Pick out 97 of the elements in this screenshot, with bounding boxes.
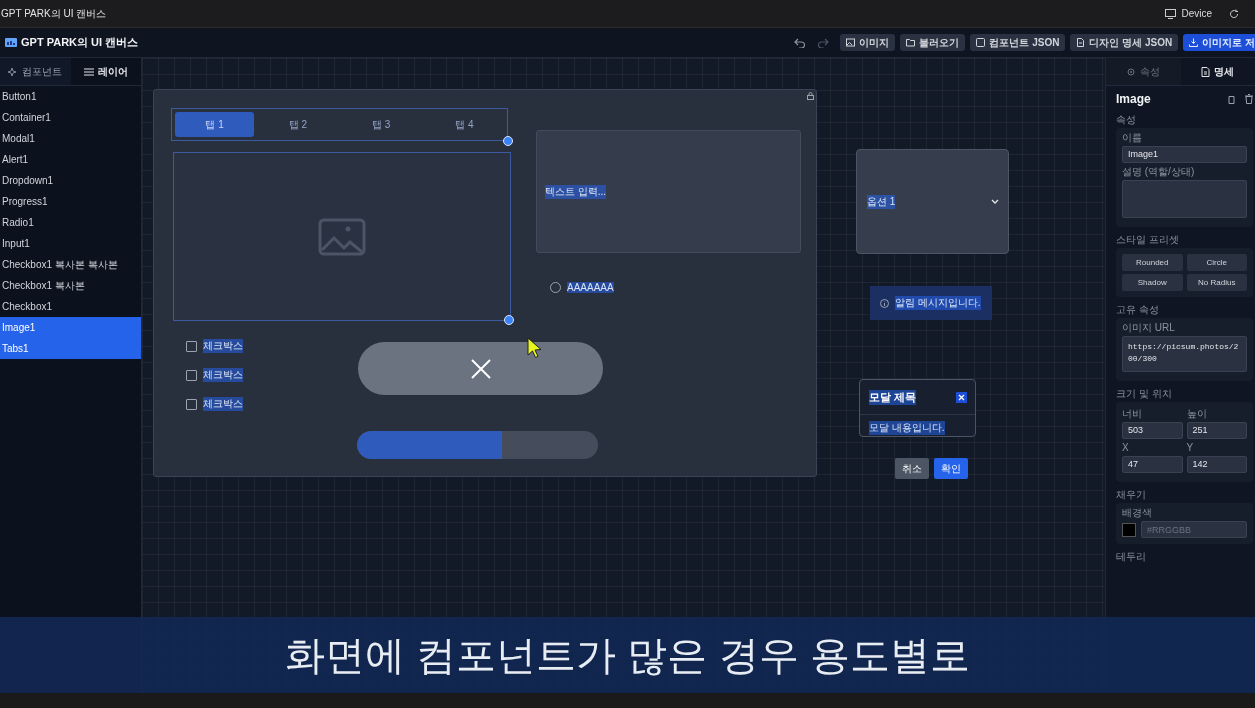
- layer-item[interactable]: Radio1: [0, 212, 141, 233]
- toolbar-button[interactable]: 이미지: [840, 34, 896, 51]
- tab[interactable]: 탭 4: [424, 112, 504, 137]
- preset-button[interactable]: No Radius: [1186, 274, 1247, 291]
- window-title: GPT PARK의 UI 캔버스: [1, 6, 107, 21]
- logo-icon: [5, 38, 17, 47]
- modal-body-text: 모달 내용입니다.: [869, 421, 945, 435]
- document-icon: [1076, 38, 1086, 47]
- field-label: 이름: [1122, 132, 1143, 144]
- radio-label: AAAAAAA: [567, 282, 614, 293]
- folder-icon: [906, 38, 916, 47]
- layer-item[interactable]: Container1: [0, 107, 141, 128]
- field-label: X: [1122, 442, 1130, 454]
- close-button[interactable]: [358, 342, 603, 395]
- section-title: 스타일 프리셋: [1116, 234, 1180, 245]
- toolbar-button[interactable]: 컴포넌트 JSON: [970, 34, 1066, 51]
- panel-heading: Image: [1116, 92, 1151, 106]
- modal-title: 모달 제목: [869, 389, 917, 405]
- cancel-button[interactable]: 취소: [895, 458, 929, 479]
- menu-icon: [83, 67, 94, 76]
- checkbox-label: 체크박스: [203, 368, 243, 382]
- field-label: 배경색: [1122, 507, 1153, 519]
- color-field[interactable]: #RRGGBB: [1141, 521, 1247, 538]
- section-title: 테두리: [1116, 551, 1147, 562]
- redo-icon[interactable]: [817, 37, 830, 48]
- number-field[interactable]: 503: [1122, 422, 1183, 439]
- image-icon: [846, 38, 856, 47]
- copy-icon[interactable]: [1227, 94, 1236, 104]
- chevron-icon: [991, 199, 999, 204]
- section-title: 고유 속성: [1116, 304, 1160, 315]
- placeholder-text: 텍스트 입력...: [545, 184, 607, 199]
- tab[interactable]: 탭 1: [175, 112, 255, 137]
- layer-item[interactable]: Alert1: [0, 149, 141, 170]
- layer-item[interactable]: Modal1: [0, 128, 141, 149]
- trash-icon[interactable]: [1245, 94, 1253, 104]
- cursor-icon: [527, 337, 543, 359]
- download-icon: [1189, 38, 1199, 47]
- color-swatch[interactable]: [1122, 522, 1136, 537]
- field-label: 높이: [1186, 408, 1208, 420]
- checkbox-label: 체크박스: [203, 397, 243, 411]
- field-label: 너비: [1122, 408, 1143, 420]
- layer-item[interactable]: Image1: [0, 317, 141, 338]
- number-field[interactable]: 251: [1186, 422, 1247, 439]
- square-icon: [976, 38, 986, 47]
- field-label: 이미지 URL: [1122, 322, 1176, 334]
- app-title: GPT PARK의 UI 캔버스: [21, 35, 139, 50]
- number-field[interactable]: 142: [1186, 456, 1247, 473]
- sparkle-icon: [8, 66, 19, 77]
- layer-item[interactable]: Checkbox1 복사본: [0, 275, 141, 296]
- confirm-button[interactable]: 확인: [934, 458, 968, 479]
- preset-button[interactable]: Rounded: [1122, 254, 1183, 271]
- field-label: 설명 (역할/상태): [1122, 166, 1196, 178]
- text-area[interactable]: 텍스트 입력...: [536, 130, 801, 253]
- settings-icon: [1126, 66, 1137, 77]
- tab[interactable]: 탭 3: [341, 112, 421, 137]
- lock-icon: [807, 92, 814, 100]
- layer-item[interactable]: Progress1: [0, 191, 141, 212]
- subtitle-caption: 화면에 컴포넌트가 많은 경우 용도별로: [0, 617, 1255, 693]
- preset-button[interactable]: Shadow: [1122, 274, 1183, 291]
- checkbox[interactable]: [186, 369, 197, 381]
- preset-button[interactable]: Circle: [1186, 254, 1247, 271]
- number-field[interactable]: 47: [1122, 456, 1183, 473]
- image-icon: [318, 217, 366, 256]
- device-button[interactable]: Device: [1181, 8, 1212, 19]
- resize-handle[interactable]: [504, 315, 514, 325]
- tab[interactable]: 탭 2: [258, 112, 338, 137]
- save-image-button[interactable]: 이미지로 저: [1183, 34, 1255, 51]
- close-icon[interactable]: [956, 391, 967, 403]
- section-title: 속성: [1116, 114, 1137, 125]
- section-title: 크기 및 위치: [1116, 388, 1173, 399]
- layer-item[interactable]: Checkbox1 복사본 복사본: [0, 254, 141, 275]
- resize-handle[interactable]: [503, 136, 513, 146]
- refresh-icon[interactable]: [1229, 8, 1239, 19]
- toolbar-button[interactable]: 불러오기: [900, 34, 966, 51]
- monitor-icon: [1165, 8, 1177, 19]
- name-field[interactable]: Image1: [1122, 146, 1247, 163]
- info-icon: [880, 298, 889, 308]
- layer-item[interactable]: Input1: [0, 233, 141, 254]
- url-field[interactable]: https://picsum.photos/200/300: [1122, 336, 1247, 372]
- checkbox-label: 체크박스: [203, 339, 243, 353]
- layer-item[interactable]: Dropdown1: [0, 170, 141, 191]
- panel-tab[interactable]: 속성: [1106, 58, 1181, 85]
- close-icon: [469, 357, 492, 380]
- description-field[interactable]: [1122, 180, 1247, 218]
- checkbox[interactable]: [186, 340, 197, 352]
- field-label: Y: [1186, 442, 1195, 454]
- layer-item[interactable]: Button1: [0, 86, 141, 107]
- layer-item[interactable]: Tabs1: [0, 338, 141, 359]
- document-icon: [1201, 66, 1211, 77]
- alert-message: 알림 메시지입니다.: [895, 296, 981, 310]
- sidebar-tab[interactable]: 컴포넌트: [0, 58, 71, 85]
- toolbar-button[interactable]: 디자인 명세 JSON: [1070, 34, 1179, 51]
- undo-icon[interactable]: [794, 37, 807, 48]
- checkbox[interactable]: [186, 398, 197, 410]
- dropdown[interactable]: 옵션 1: [856, 149, 1009, 254]
- section-title: 채우기: [1116, 489, 1147, 500]
- layer-item[interactable]: Checkbox1: [0, 296, 141, 317]
